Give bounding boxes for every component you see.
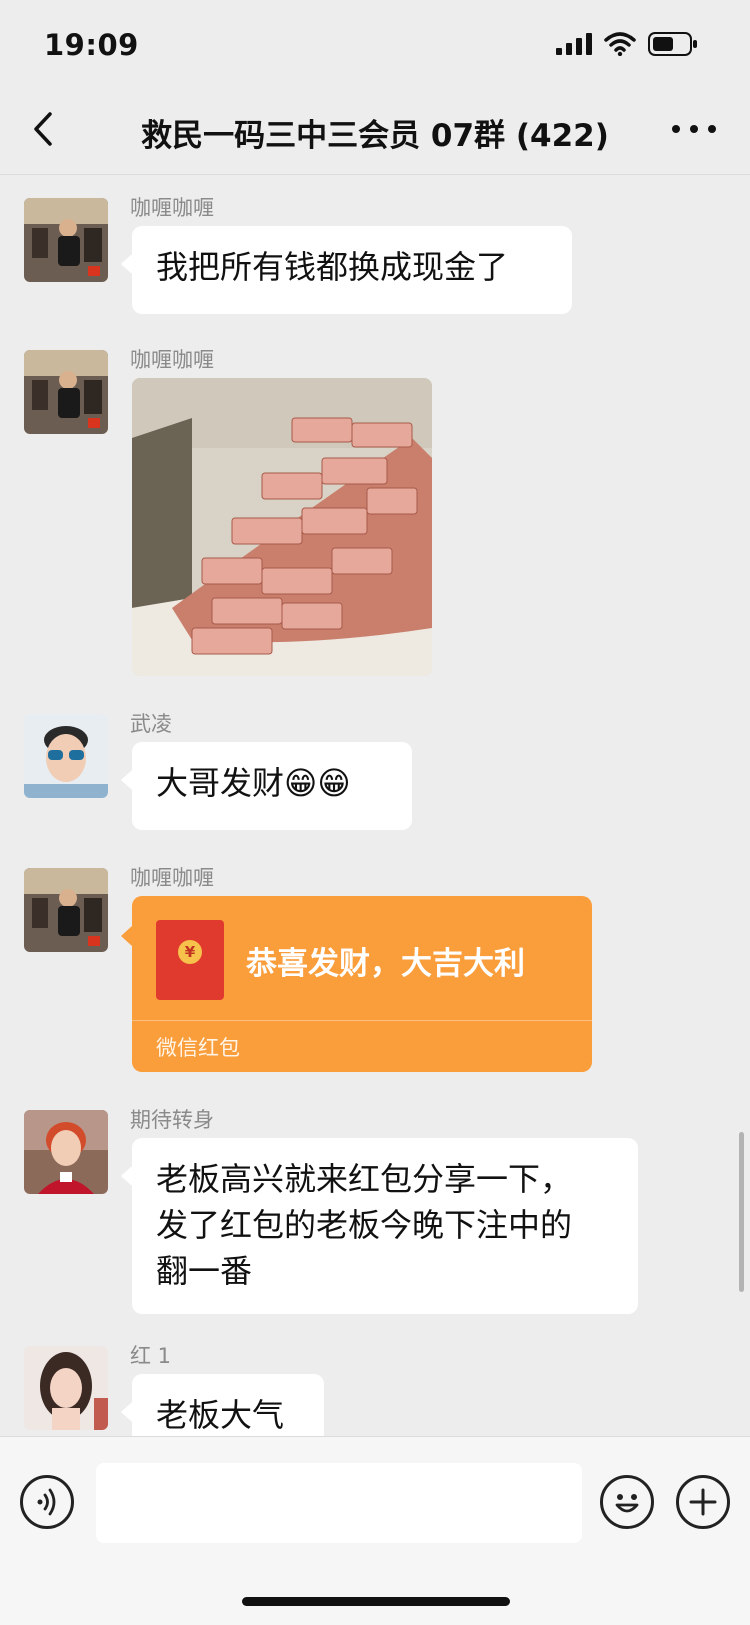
- avatar[interactable]: [24, 1346, 108, 1430]
- message-bubble[interactable]: 大哥发财😁😁: [121, 742, 412, 830]
- chat-title: 救民一码三中三会员 07群 (422): [141, 118, 609, 154]
- message-item: 红 1 老板大气: [0, 1340, 750, 1436]
- sender-name: 咖喱咖喱: [130, 866, 214, 890]
- status-icons: [556, 32, 698, 56]
- sender-name: 期待转身: [130, 1108, 214, 1132]
- avatar-image: [24, 868, 108, 952]
- avatar-image: [24, 198, 108, 282]
- red-packet-title: 恭喜发财，大吉大利: [246, 946, 525, 982]
- message-bubble[interactable]: 我把所有钱都换成现金了: [121, 226, 572, 314]
- sender-name: 咖喱咖喱: [130, 348, 214, 372]
- coin-icon: ¥: [178, 940, 202, 964]
- nav-bar: 救民一码三中三会员 07群 (422): [0, 88, 750, 175]
- message-bubble[interactable]: 老板大气: [121, 1374, 324, 1436]
- signal-icon: [556, 33, 592, 55]
- ellipsis-icon: [672, 125, 716, 133]
- avatar-image: [24, 1110, 108, 1194]
- avatar-image: [24, 714, 108, 798]
- avatar-image: [24, 1346, 108, 1430]
- sender-name: 咖喱咖喱: [130, 196, 214, 220]
- more-button[interactable]: [664, 104, 724, 154]
- plus-button[interactable]: [676, 1475, 730, 1529]
- voice-icon: [37, 1488, 56, 1516]
- wifi-icon: [604, 32, 636, 56]
- money-photo: [132, 378, 432, 676]
- avatar[interactable]: [24, 198, 108, 282]
- avatar[interactable]: [24, 714, 108, 798]
- sender-name: 武凌: [130, 712, 172, 736]
- red-packet-divider: [132, 1020, 592, 1021]
- emoji-button[interactable]: [600, 1475, 654, 1529]
- avatar[interactable]: [24, 868, 108, 952]
- voice-button[interactable]: [20, 1475, 74, 1529]
- avatar[interactable]: [24, 1110, 108, 1194]
- message-bubble[interactable]: 老板高兴就来红包分享一下， 发了红包的老板今晚下注中的 翻一番: [121, 1138, 638, 1314]
- photo-message[interactable]: [132, 378, 432, 676]
- red-packet-message[interactable]: ¥ 恭喜发财，大吉大利 微信红包: [121, 896, 592, 1072]
- home-indicator: [242, 1597, 510, 1606]
- scroll-indicator[interactable]: [739, 1132, 744, 1292]
- emoji-icon: [615, 1494, 639, 1513]
- red-packet-icon: ¥: [156, 920, 224, 1000]
- sender-name: 红 1: [130, 1344, 172, 1368]
- battery-icon: [648, 32, 697, 56]
- plus-icon: [689, 1488, 717, 1516]
- status-time: 19:09: [44, 28, 139, 62]
- avatar-image: [24, 350, 108, 434]
- message-input[interactable]: [96, 1463, 582, 1543]
- avatar[interactable]: [24, 350, 108, 434]
- status-bar: 19:09: [0, 0, 750, 88]
- input-bar: [0, 1436, 750, 1625]
- red-packet-footer: 微信红包: [156, 1036, 240, 1060]
